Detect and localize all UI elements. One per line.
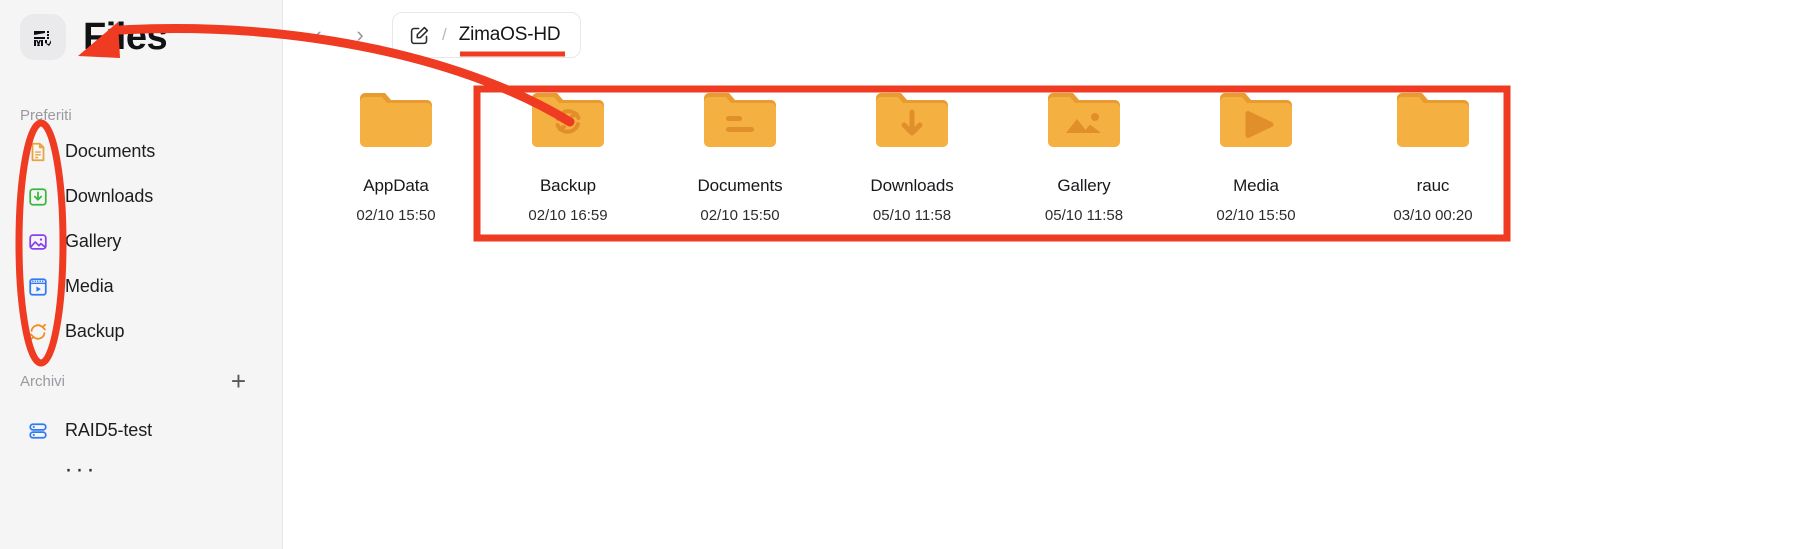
sidebar-section-storage: Archivi +: [0, 368, 282, 394]
page-title: Files: [83, 16, 168, 58]
nav-arrows: ‹ ›: [308, 24, 370, 46]
folder-timestamp: 05/10 11:58: [1044, 207, 1124, 224]
add-storage-button[interactable]: +: [231, 368, 246, 394]
folder-name: Gallery: [1057, 176, 1111, 195]
sidebar-item-label: Media: [65, 276, 114, 296]
video-icon: [27, 276, 49, 298]
folder-item[interactable]: AppData 02/10 15:50: [310, 88, 482, 224]
sidebar-item-documents[interactable]: Documents: [0, 129, 282, 174]
folder-icon: [530, 88, 606, 150]
folder-icon: [1395, 88, 1471, 150]
sidebar-item-gallery[interactable]: Gallery: [0, 219, 282, 264]
files-app-window: Files Preferiti Documents Downloads Gall…: [0, 0, 1800, 549]
sidebar-item-label: Downloads: [65, 186, 154, 206]
storage-list: RAID5-test: [0, 408, 282, 453]
sidebar-item-label: Backup: [65, 321, 125, 341]
zima-logo-icon[interactable]: [20, 14, 66, 60]
folder-name: Backup: [539, 176, 597, 195]
download-icon: [27, 186, 49, 208]
folder-icon: [1218, 88, 1294, 150]
back-button[interactable]: ‹: [308, 24, 328, 46]
folder-item[interactable]: Gallery 05/10 11:58: [998, 88, 1170, 224]
sidebar-item-backup[interactable]: Backup: [0, 309, 282, 354]
folder-timestamp: 03/10 00:20: [1393, 207, 1473, 224]
sidebar-item-label: Documents: [65, 141, 156, 161]
sidebar-item-downloads[interactable]: Downloads: [0, 174, 282, 219]
sidebar-section-storage-label: Archivi: [20, 372, 66, 390]
breadcrumb-separator: /: [442, 25, 447, 44]
folder-name: Documents: [697, 176, 783, 195]
folder-item[interactable]: Backup 02/10 16:59: [482, 88, 654, 224]
breadcrumb-path-label[interactable]: ZimaOS-HD: [459, 24, 561, 46]
folder-timestamp: 05/10 11:58: [872, 207, 952, 224]
folder-item[interactable]: Documents 02/10 15:50: [654, 88, 826, 224]
sidebar-more-button[interactable]: ···: [0, 457, 282, 482]
breadcrumb[interactable]: / ZimaOS-HD: [392, 12, 582, 58]
sidebar-item-label: Gallery: [65, 231, 122, 251]
sidebar-section-favorites-label: Preferiti: [20, 107, 72, 124]
favorites-list: Documents Downloads Gallery Media Backup: [0, 129, 282, 354]
brand-row: Files: [0, 0, 282, 60]
image-icon: [27, 231, 49, 253]
main-content: ‹ › / ZimaOS-HD AppData 02/10 15:50 Back…: [283, 0, 1800, 549]
storage-icon: [27, 420, 49, 442]
folder-name: AppData: [363, 176, 429, 195]
folder-name: rauc: [1416, 176, 1450, 195]
folder-timestamp: 02/10 15:50: [356, 207, 436, 224]
folder-grid: AppData 02/10 15:50 Backup 02/10 16:59 D…: [283, 88, 1800, 224]
folder-icon: [358, 88, 434, 150]
folder-timestamp: 02/10 15:50: [700, 207, 780, 224]
toolbar: ‹ › / ZimaOS-HD: [283, 0, 1800, 70]
sidebar-item-raid5-test[interactable]: RAID5-test: [0, 408, 282, 453]
forward-button[interactable]: ›: [350, 24, 370, 46]
folder-name: Media: [1233, 176, 1279, 195]
sidebar-item-label: RAID5-test: [65, 420, 153, 440]
document-icon: [27, 141, 49, 163]
folder-icon: [874, 88, 950, 150]
folder-item[interactable]: Downloads 05/10 11:58: [826, 88, 998, 224]
folder-item[interactable]: Media 02/10 15:50: [1170, 88, 1342, 224]
folder-icon: [702, 88, 778, 150]
folder-timestamp: 02/10 16:59: [528, 207, 608, 224]
folder-item[interactable]: rauc 03/10 00:20: [1347, 88, 1519, 224]
folder-timestamp: 02/10 15:50: [1216, 207, 1296, 224]
edit-square-icon[interactable]: [409, 25, 430, 46]
sidebar-item-media[interactable]: Media: [0, 264, 282, 309]
folder-name: Downloads: [870, 176, 954, 195]
sidebar: Files Preferiti Documents Downloads Gall…: [0, 0, 283, 549]
sync-icon: [27, 321, 49, 343]
folder-icon: [1046, 88, 1122, 150]
